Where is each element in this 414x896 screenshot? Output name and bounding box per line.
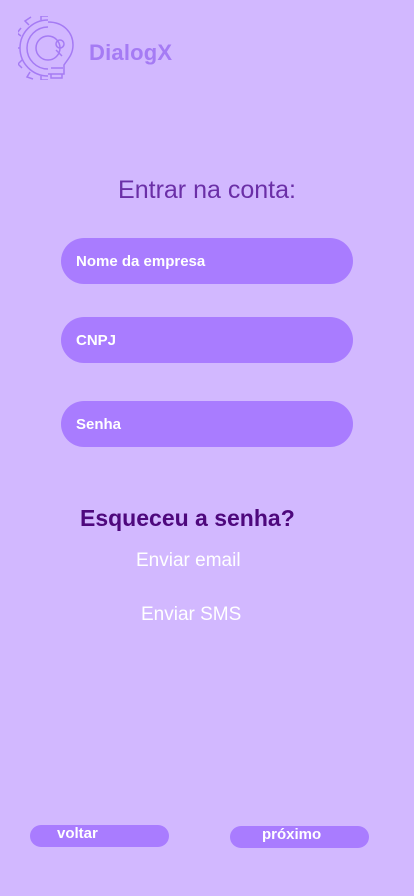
cnpj-placeholder: CNPJ	[76, 331, 117, 349]
send-email-link[interactable]: Enviar email	[136, 550, 241, 572]
forgot-password-heading: Esqueceu a senha?	[80, 505, 295, 531]
company-name-field[interactable]: Nome da empresa	[61, 238, 353, 284]
password-placeholder: Senha	[76, 415, 122, 433]
brand-name: DialogX	[89, 40, 173, 65]
logo-icon	[15, 15, 78, 81]
next-button-label: próximo	[262, 826, 322, 843]
password-field[interactable]: Senha	[61, 401, 353, 447]
company-name-placeholder: Nome da empresa	[76, 252, 206, 270]
page-title: Entrar na conta:	[118, 176, 296, 204]
send-sms-link[interactable]: Enviar SMS	[141, 604, 241, 626]
cnpj-field[interactable]: CNPJ	[61, 317, 353, 363]
back-button[interactable]: voltar	[30, 825, 169, 847]
next-button[interactable]: próximo	[230, 826, 369, 848]
back-button-label: voltar	[57, 825, 98, 842]
